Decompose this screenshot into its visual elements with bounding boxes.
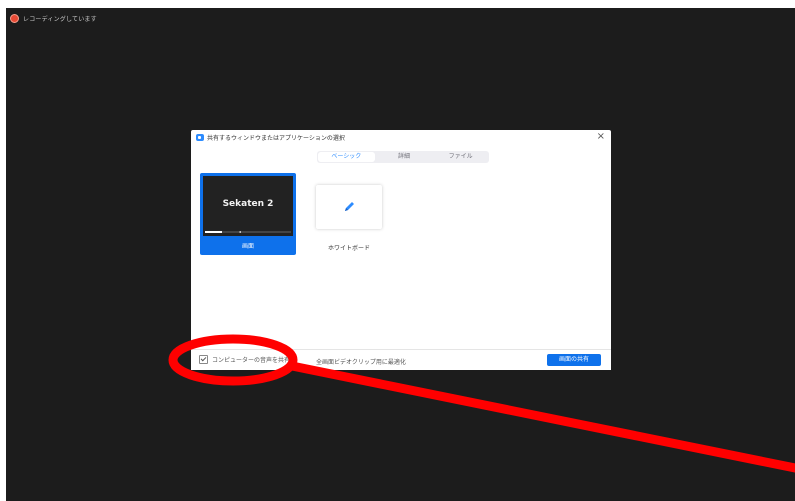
share-audio-label: コンピューターの音声を共有: [212, 357, 291, 364]
zoom-app-icon: [196, 134, 204, 141]
whiteboard-option-label: ホワイトボード: [327, 245, 370, 252]
share-option-screen[interactable]: Sekaten 2 画面: [200, 173, 296, 255]
share-option-whiteboard[interactable]: ホワイトボード: [316, 185, 382, 252]
tab-files[interactable]: ファイル: [432, 151, 489, 163]
pencil-icon: [345, 202, 354, 211]
screen-thumbnail: Sekaten 2: [203, 176, 293, 236]
dialog-footer: コンピューターの音声を共有 全画面ビデオクリップ用に最適化 画面の共有: [191, 349, 611, 370]
optimize-video-label: 全画面ビデオクリップ用に最適化: [316, 359, 406, 366]
tab-advanced[interactable]: 詳細: [376, 151, 433, 163]
share-audio-checkbox[interactable]: [199, 355, 208, 364]
share-audio-checkbox-wrap[interactable]: コンピューターの音声を共有: [199, 355, 290, 364]
screen-option-label: 画面: [241, 243, 254, 250]
recording-label: レコーディングしています: [23, 16, 97, 23]
dialog-header: 共有するウィンドウまたはアプリケーションの選択 ×: [191, 130, 611, 146]
thumbnail-title: Sekaten 2: [222, 199, 274, 209]
share-screen-dialog: 共有するウィンドウまたはアプリケーションの選択 × ベーシック 詳細 ファイル …: [191, 130, 611, 370]
share-button[interactable]: 画面の共有: [547, 354, 601, 366]
dialog-title: 共有するウィンドウまたはアプリケーションの選択: [207, 135, 345, 142]
close-icon[interactable]: ×: [597, 131, 605, 143]
recording-indicator: レコーディングしています: [10, 14, 97, 23]
whiteboard-card: [316, 185, 382, 229]
share-tabs: ベーシック 詳細 ファイル: [317, 151, 489, 163]
record-icon: [10, 14, 19, 23]
tab-basic[interactable]: ベーシック: [318, 152, 375, 162]
thumbnail-taskbar: [205, 231, 291, 233]
